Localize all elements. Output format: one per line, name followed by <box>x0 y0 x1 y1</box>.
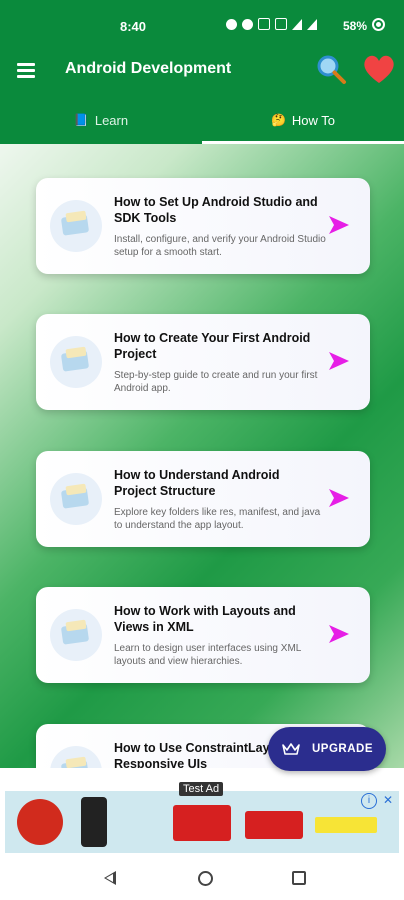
status-bar: 8:40 58% <box>0 0 404 48</box>
recents-icon[interactable] <box>292 871 306 885</box>
tab-how-to[interactable]: 🤔 How To <box>202 96 404 144</box>
guide-illustration-icon <box>50 200 102 252</box>
upgrade-button[interactable]: UPGRADE <box>268 727 386 771</box>
guide-card[interactable]: How to Work with Layouts and Views in XM… <box>36 587 370 683</box>
arrow-right-icon[interactable] <box>328 487 350 509</box>
arrow-right-icon[interactable] <box>328 623 350 645</box>
home-icon[interactable] <box>198 871 213 886</box>
card-description: Explore key folders like res, manifest, … <box>114 507 321 531</box>
card-description: Step-by-step guide to create and run you… <box>114 370 318 394</box>
guide-illustration-icon <box>50 336 102 388</box>
heart-icon[interactable] <box>362 53 396 85</box>
system-nav-bar <box>0 858 404 900</box>
card-description: Learn to design user interfaces using XM… <box>114 643 301 667</box>
status-time: 8:40 <box>120 19 147 34</box>
ad-offer-box <box>173 805 231 841</box>
card-title: How to Set Up Android Studio and SDK Too… <box>114 195 318 225</box>
guide-illustration-icon <box>50 473 102 525</box>
app-title: Android Development <box>65 60 232 77</box>
book-icon: 📘 <box>73 113 89 127</box>
battery-icon <box>372 18 385 31</box>
notification-icon <box>226 18 237 30</box>
guide-card[interactable]: How to Set Up Android Studio and SDK Too… <box>36 178 370 274</box>
tab-learn-label: Learn <box>94 112 129 128</box>
status-icons <box>226 18 317 30</box>
ad-shop-now-button[interactable] <box>315 817 377 833</box>
card-description: Install, configure, and verify your Andr… <box>114 234 326 258</box>
ad-banner-area[interactable]: Test Ad i ✕ <box>0 779 404 857</box>
tab-bar: 📘 Learn 🤔 How To <box>0 96 404 144</box>
guide-card[interactable]: How to Create Your First Android Project… <box>36 314 370 410</box>
ad-banner[interactable]: i ✕ <box>5 791 399 853</box>
card-title: How to Understand Android Project Struct… <box>114 468 280 498</box>
arrow-right-icon[interactable] <box>328 214 350 236</box>
sim-icon <box>275 18 287 30</box>
ad-product-image <box>81 797 107 847</box>
thinking-face-icon: 🤔 <box>270 113 286 127</box>
ad-offer-box-2 <box>245 811 303 839</box>
card-title: How to Work with Layouts and Views in XM… <box>114 604 296 634</box>
hamburger-menu-icon[interactable] <box>17 63 35 78</box>
arrow-right-icon[interactable] <box>328 350 350 372</box>
hd-icon <box>258 18 270 30</box>
ad-info-icon[interactable]: i <box>361 793 377 809</box>
test-ad-label: Test Ad <box>179 782 224 796</box>
signal-icon-2 <box>307 18 317 30</box>
content-area[interactable]: How to Set Up Android Studio and SDK Too… <box>0 144 404 768</box>
tab-how-to-label: How To <box>291 112 336 128</box>
app-bar: Android Development <box>0 48 404 96</box>
back-icon[interactable] <box>104 871 116 885</box>
search-icon[interactable] <box>315 53 347 85</box>
tab-learn[interactable]: 📘 Learn <box>0 96 202 144</box>
card-title: How to Create Your First Android Project <box>114 331 311 361</box>
ad-close-icon[interactable]: ✕ <box>383 793 393 807</box>
upgrade-label: UPGRADE <box>312 743 374 755</box>
guide-card[interactable]: How to Understand Android Project Struct… <box>36 451 370 547</box>
dnd-icon <box>242 18 253 30</box>
crown-icon <box>282 743 300 755</box>
ad-badge-icon <box>17 799 63 845</box>
guide-illustration-icon <box>50 609 102 661</box>
guide-illustration-icon <box>50 746 102 768</box>
battery-percent: 58% <box>343 19 368 33</box>
signal-icon <box>292 18 302 30</box>
